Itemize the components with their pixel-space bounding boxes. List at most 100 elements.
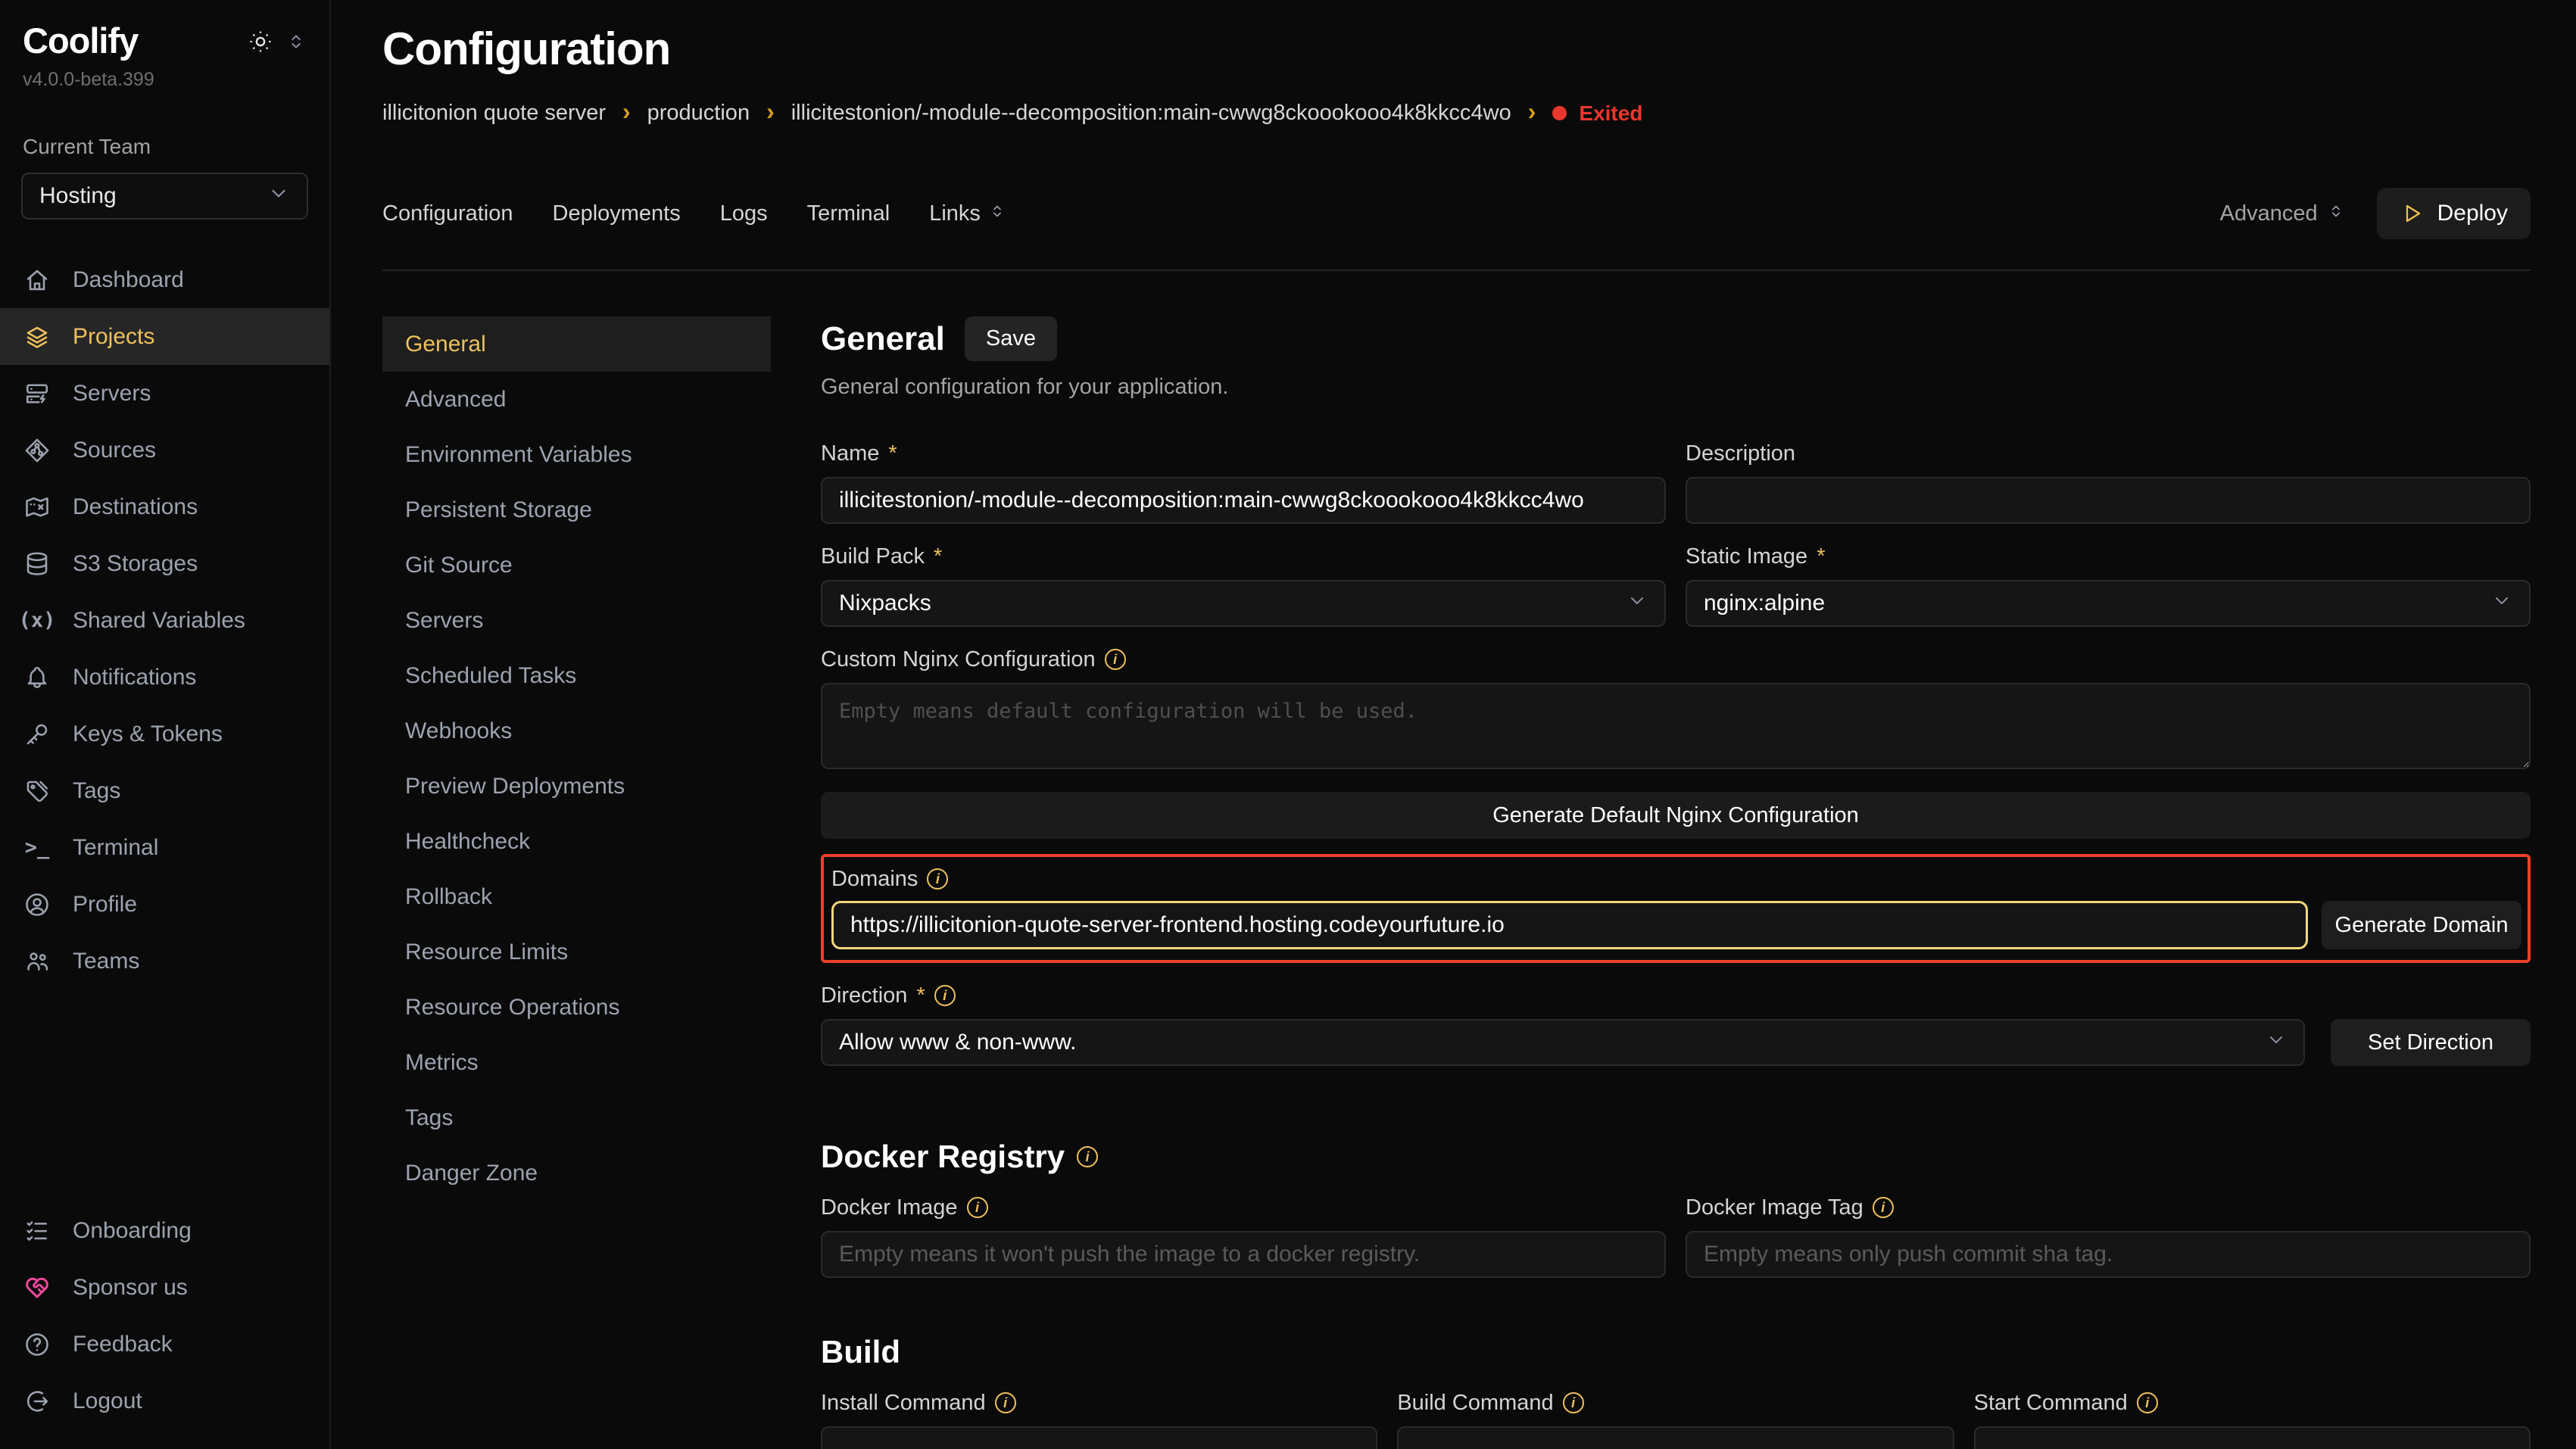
settings-subnav: General Advanced Environment Variables P… (382, 316, 771, 1449)
docker-image-label: Docker Image i (821, 1195, 1666, 1220)
description-input[interactable] (1686, 477, 2531, 524)
map-icon (23, 493, 51, 522)
theme-selector-icon[interactable] (285, 31, 307, 58)
sidebar-item-destinations[interactable]: Destinations (0, 478, 329, 535)
subnav-item-metrics[interactable]: Metrics (382, 1035, 771, 1090)
domains-row: Generate Domain (831, 901, 2521, 949)
start-command-input[interactable] (1974, 1426, 2531, 1449)
sidebar-item-servers[interactable]: Servers (0, 365, 329, 422)
docker-image-tag-input[interactable] (1686, 1231, 2531, 1278)
play-icon (2400, 201, 2424, 226)
subnav-item-environment-variables[interactable]: Environment Variables (382, 427, 771, 482)
team-select[interactable]: Hosting (21, 173, 308, 220)
sidebar-item-sponsor[interactable]: Sponsor us (0, 1259, 329, 1316)
tab-configuration[interactable]: Configuration (382, 201, 513, 226)
name-field-group: Name * (821, 441, 1666, 524)
key-icon (23, 720, 51, 749)
sidebar-item-s3-storages[interactable]: S3 Storages (0, 535, 329, 592)
required-mark: * (1817, 544, 1825, 569)
breadcrumb-project[interactable]: illicitonion quote server (382, 101, 606, 126)
custom-nginx-textarea[interactable] (821, 683, 2531, 769)
sidebar-item-label: Tags (73, 778, 120, 804)
sidebar-item-tags[interactable]: Tags (0, 762, 329, 819)
subnav-item-rollback[interactable]: Rollback (382, 869, 771, 924)
selector-icon (988, 201, 1006, 226)
name-label: Name * (821, 441, 1666, 466)
sidebar-item-sources[interactable]: Sources (0, 422, 329, 478)
subnav-item-scheduled-tasks[interactable]: Scheduled Tasks (382, 648, 771, 703)
sidebar-item-notifications[interactable]: Notifications (0, 649, 329, 706)
subnav-item-general[interactable]: General (382, 316, 771, 372)
subnav-item-persistent-storage[interactable]: Persistent Storage (382, 482, 771, 538)
subnav-item-tags[interactable]: Tags (382, 1090, 771, 1145)
selector-icon (2327, 201, 2345, 226)
name-input[interactable] (821, 477, 1666, 524)
chevron-down-icon (2266, 1029, 2287, 1056)
static-image-select[interactable]: nginx:alpine (1686, 580, 2531, 627)
sidebar-item-label: Sponsor us (73, 1275, 188, 1301)
tab-terminal[interactable]: Terminal (807, 201, 890, 226)
docker-image-tag-field-group: Docker Image Tag i (1686, 1195, 2531, 1278)
git-source-icon (23, 436, 51, 465)
tab-links[interactable]: Links (929, 201, 1006, 226)
build-pack-label: Build Pack * (821, 544, 1666, 569)
breadcrumb-application[interactable]: illicitestonion/-module--decomposition:m… (791, 101, 1511, 126)
app-version: v4.0.0-beta.399 (0, 61, 329, 91)
sidebar-item-label: Dashboard (73, 267, 184, 293)
docker-image-field-group: Docker Image i (821, 1195, 1666, 1278)
build-pack-select[interactable]: Nixpacks (821, 580, 1666, 627)
sidebar-item-projects[interactable]: Projects (0, 308, 329, 365)
docker-registry-heading: Docker Registry (821, 1139, 1065, 1175)
deploy-button[interactable]: Deploy (2377, 188, 2531, 239)
sidebar-item-terminal[interactable]: >_ Terminal (0, 819, 329, 876)
sidebar-item-label: Profile (73, 892, 137, 918)
custom-nginx-row: Custom Nginx Configuration i Generate De… (821, 647, 2531, 839)
subnav-item-preview-deployments[interactable]: Preview Deployments (382, 759, 771, 814)
build-commands-row: Install Command i Build Command i (821, 1390, 2531, 1449)
subnav-item-healthcheck[interactable]: Healthcheck (382, 814, 771, 869)
subnav-item-advanced[interactable]: Advanced (382, 372, 771, 427)
sidebar-item-onboarding[interactable]: Onboarding (0, 1202, 329, 1259)
status-badge: Exited (1552, 101, 1642, 126)
sidebar-item-dashboard[interactable]: Dashboard (0, 251, 329, 308)
sidebar-item-profile[interactable]: Profile (0, 876, 329, 933)
heart-handshake-icon (23, 1273, 51, 1302)
sidebar-item-logout[interactable]: Logout (0, 1373, 329, 1429)
sidebar-item-shared-variables[interactable]: (x) Shared Variables (0, 592, 329, 649)
subnav-item-webhooks[interactable]: Webhooks (382, 703, 771, 759)
build-command-input[interactable] (1397, 1426, 1954, 1449)
tab-logs[interactable]: Logs (720, 201, 768, 226)
subnav-item-git-source[interactable]: Git Source (382, 538, 771, 593)
docker-image-input[interactable] (821, 1231, 1666, 1278)
tab-deployments[interactable]: Deployments (553, 201, 681, 226)
direction-select[interactable]: Allow www & non-www. (821, 1019, 2305, 1066)
advanced-dropdown[interactable]: Advanced (2220, 201, 2345, 226)
domains-input[interactable] (831, 901, 2308, 949)
tabs: Configuration Deployments Logs Terminal … (382, 201, 1006, 226)
subnav-item-resource-limits[interactable]: Resource Limits (382, 924, 771, 980)
save-button[interactable]: Save (965, 316, 1057, 361)
database-icon (23, 550, 51, 578)
direction-label: Direction * i (821, 983, 2531, 1008)
subnav-item-servers[interactable]: Servers (382, 593, 771, 648)
subnav-item-resource-operations[interactable]: Resource Operations (382, 980, 771, 1035)
sidebar: Coolify v4.0.0-beta.399 Current Team Hos… (0, 0, 331, 1449)
install-command-field-group: Install Command i (821, 1390, 1377, 1449)
sidebar-item-label: Sources (73, 438, 156, 463)
breadcrumb-environment[interactable]: production (647, 101, 750, 126)
set-direction-button[interactable]: Set Direction (2331, 1019, 2531, 1066)
sidebar-nav: Dashboard Projects Servers Sources Desti… (0, 251, 329, 989)
sidebar-item-feedback[interactable]: Feedback (0, 1316, 329, 1373)
subnav-item-danger-zone[interactable]: Danger Zone (382, 1145, 771, 1201)
main-area: Configuration illicitonion quote server … (331, 0, 2576, 1449)
description-field-group: Description (1686, 441, 2531, 524)
build-heading-row: Build (821, 1334, 2531, 1370)
install-command-input[interactable] (821, 1426, 1377, 1449)
sidebar-item-label: Servers (73, 381, 151, 407)
sun-icon[interactable] (248, 29, 273, 61)
variables-icon: (x) (23, 606, 51, 635)
sidebar-item-teams[interactable]: Teams (0, 933, 329, 989)
generate-domain-button[interactable]: Generate Domain (2322, 901, 2521, 949)
sidebar-item-keys-tokens[interactable]: Keys & Tokens (0, 706, 329, 762)
generate-nginx-button[interactable]: Generate Default Nginx Configuration (821, 792, 2531, 839)
